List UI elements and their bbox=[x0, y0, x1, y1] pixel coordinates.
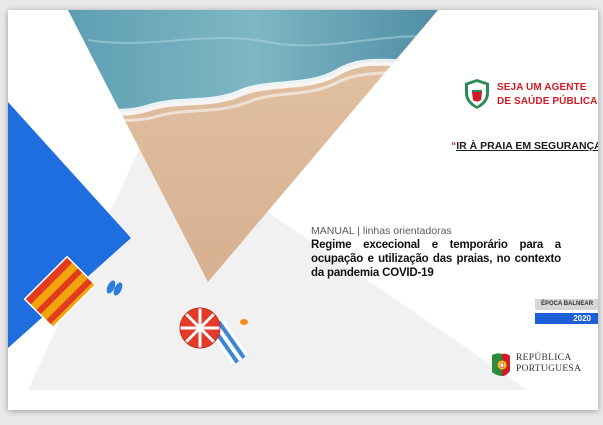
manual-label: MANUAL | linhas orientadoras bbox=[311, 225, 452, 237]
season-year: 2020 bbox=[535, 313, 598, 324]
government-line2: PORTUGUESA bbox=[516, 364, 582, 374]
season-label: ÉPOCA BALNEAR bbox=[535, 299, 598, 310]
shield-icon bbox=[465, 79, 489, 109]
badge-line1: SEJA UM AGENTE bbox=[497, 82, 587, 93]
portuguese-flag-emblem-icon bbox=[492, 353, 510, 376]
document-title: Regime excecional e temporário para a oc… bbox=[311, 239, 561, 279]
safety-slogan: “IR À PRAIA EM SEGURANÇA” bbox=[451, 140, 598, 152]
government-logo: REPÚBLICA PORTUGUESA bbox=[490, 350, 598, 380]
slide: SEJA UM AGENTE DE SAÚDE PÚBLICA “IR À PR… bbox=[8, 10, 598, 410]
badge-line2: DE SAÚDE PÚBLICA bbox=[497, 96, 598, 107]
government-line1: REPÚBLICA bbox=[516, 353, 572, 363]
slogan-text: IR À PRAIA EM SEGURANÇA bbox=[456, 140, 598, 152]
